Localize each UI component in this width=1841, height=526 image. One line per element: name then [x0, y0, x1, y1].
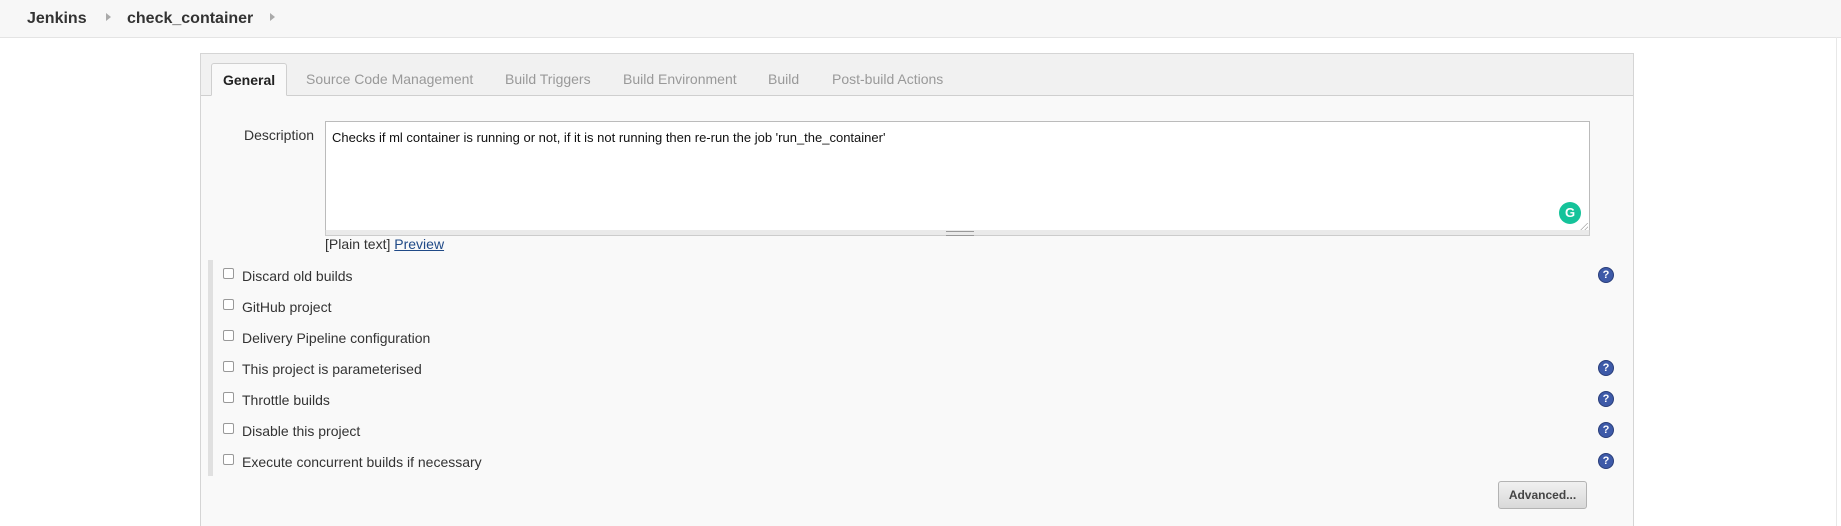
github-project-checkbox[interactable]: [223, 299, 234, 310]
concurrent-builds-checkbox[interactable]: [223, 454, 234, 465]
description-textarea[interactable]: Checks if ml container is running or not…: [325, 121, 1590, 233]
tab-build-environment[interactable]: Build Environment: [612, 63, 748, 96]
help-icon[interactable]: ?: [1598, 267, 1614, 283]
scrollbar-track[interactable]: [1836, 37, 1837, 526]
description-label: Description: [244, 127, 315, 143]
discard-old-builds-checkbox[interactable]: [223, 268, 234, 279]
option-label: Delivery Pipeline configuration: [242, 330, 431, 346]
description-text: Checks if ml container is running or not…: [332, 130, 886, 145]
plain-text-label: [Plain text]: [325, 236, 391, 252]
breadcrumb-check-container[interactable]: check_container: [127, 8, 253, 30]
throttle-builds-checkbox[interactable]: [223, 392, 234, 403]
option-label: Throttle builds: [242, 392, 330, 408]
tab-post-build-actions[interactable]: Post-build Actions: [821, 63, 954, 96]
option-label: Execute concurrent builds if necessary: [242, 454, 482, 470]
option-label: Disable this project: [242, 423, 361, 439]
preview-link[interactable]: Preview: [394, 236, 444, 252]
option-label: This project is parameterised: [242, 361, 422, 377]
breadcrumb-separator-icon[interactable]: [106, 13, 111, 21]
resize-grip-icon: [946, 231, 974, 236]
help-icon[interactable]: ?: [1598, 360, 1614, 376]
help-icon[interactable]: ?: [1598, 422, 1614, 438]
config-panel: General Source Code Management Build Tri…: [200, 53, 1634, 526]
breadcrumb-separator-icon[interactable]: [270, 13, 275, 21]
tab-source-code-management[interactable]: Source Code Management: [295, 63, 484, 96]
option-label: Discard old builds: [242, 268, 353, 284]
advanced-button[interactable]: Advanced...: [1498, 481, 1587, 509]
option-label: GitHub project: [242, 299, 332, 315]
tab-build-triggers[interactable]: Build Triggers: [494, 63, 602, 96]
config-tabbar: General Source Code Management Build Tri…: [201, 54, 1633, 96]
tab-general[interactable]: General: [211, 63, 288, 96]
parameterised-checkbox[interactable]: [223, 361, 234, 372]
disable-project-checkbox[interactable]: [223, 423, 234, 434]
textarea-resize-handle[interactable]: [325, 230, 1590, 236]
top-breadcrumb-bar: Jenkins check_container: [0, 0, 1841, 38]
description-format-line: [Plain text] Preview: [325, 236, 444, 252]
breadcrumb-jenkins[interactable]: Jenkins: [27, 8, 87, 30]
options-section-bar: [208, 260, 213, 476]
delivery-pipeline-checkbox[interactable]: [223, 330, 234, 341]
grammarly-icon[interactable]: G: [1559, 202, 1581, 224]
tab-build[interactable]: Build: [757, 63, 810, 96]
help-icon[interactable]: ?: [1598, 391, 1614, 407]
help-icon[interactable]: ?: [1598, 453, 1614, 469]
